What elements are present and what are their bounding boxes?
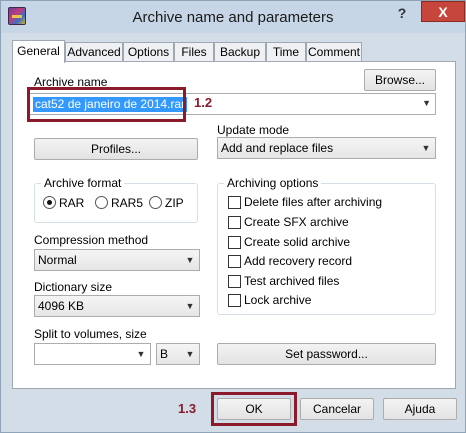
compression-method-label: Compression method: [34, 233, 149, 247]
annotation-box-name: [27, 87, 186, 122]
split-volumes-label: Split to volumes, size: [34, 327, 147, 341]
tab-advanced[interactable]: Advanced: [65, 42, 123, 62]
create-sfx-checkbox[interactable]: [228, 216, 241, 229]
tab-general[interactable]: General: [12, 40, 65, 63]
tab-options[interactable]: Options: [123, 42, 174, 62]
format-zip-radio[interactable]: [149, 196, 162, 209]
format-rar-label: RAR: [59, 196, 85, 210]
help-title-button[interactable]: ?: [388, 3, 416, 23]
update-mode-value: Add and replace files: [221, 141, 334, 155]
chevron-down-icon[interactable]: ▼: [422, 98, 431, 108]
format-zip-label: ZIP: [165, 196, 184, 210]
dialog-window: Archive name and parameters ? X General …: [0, 0, 466, 433]
tab-backup[interactable]: Backup: [214, 42, 266, 62]
create-sfx-label: Create SFX archive: [244, 215, 349, 229]
annotation-label-1-3: 1.3: [178, 401, 197, 416]
compression-method-value: Normal: [38, 253, 77, 267]
tab-time[interactable]: Time: [266, 42, 306, 62]
delete-files-checkbox[interactable]: [228, 196, 241, 209]
delete-files-label: Delete files after archiving: [244, 195, 383, 209]
format-rar-radio[interactable]: [43, 196, 56, 209]
chevron-down-icon: ▼: [185, 349, 195, 359]
test-archived-label: Test archived files: [244, 274, 340, 288]
chevron-down-icon[interactable]: ▼: [136, 348, 146, 360]
title-bar: Archive name and parameters ? X: [1, 1, 465, 33]
tab-comment[interactable]: Comment: [306, 42, 362, 62]
update-mode-select[interactable]: Add and replace files ▼: [217, 137, 436, 159]
create-solid-checkbox[interactable]: [228, 236, 241, 249]
recovery-record-label: Add recovery record: [244, 254, 353, 268]
create-solid-label: Create solid archive: [244, 235, 351, 249]
lock-archive-label: Lock archive: [244, 293, 312, 307]
tab-files[interactable]: Files: [174, 42, 214, 62]
archiving-options-title: Archiving options: [224, 176, 322, 190]
chevron-down-icon: ▼: [185, 255, 195, 265]
split-unit-select[interactable]: B ▼: [156, 343, 200, 365]
help-button[interactable]: Ajuda: [383, 398, 457, 420]
dictionary-size-label: Dictionary size: [34, 280, 113, 294]
set-password-button[interactable]: Set password...: [217, 343, 436, 365]
browse-button[interactable]: Browse...: [364, 69, 436, 91]
profiles-button[interactable]: Profiles...: [34, 138, 198, 160]
dictionary-size-value: 4096 KB: [38, 299, 85, 313]
compression-method-select[interactable]: Normal ▼: [34, 249, 200, 271]
recovery-record-checkbox[interactable]: [228, 255, 241, 268]
test-archived-checkbox[interactable]: [228, 275, 241, 288]
split-volumes-input[interactable]: ▼: [34, 343, 151, 365]
format-rar5-radio[interactable]: [95, 196, 108, 209]
chevron-down-icon: ▼: [185, 301, 195, 311]
lock-archive-checkbox[interactable]: [228, 294, 241, 307]
archive-format-title: Archive format: [41, 176, 125, 190]
chevron-down-icon: ▼: [421, 143, 431, 153]
annotation-box-ok: [211, 392, 297, 426]
close-button[interactable]: X: [421, 1, 465, 22]
update-mode-label: Update mode: [217, 123, 290, 137]
format-rar5-label: RAR5: [111, 196, 144, 210]
annotation-label-1-2: 1.2: [194, 95, 213, 110]
cancel-button[interactable]: Cancelar: [300, 398, 374, 420]
dictionary-size-select[interactable]: 4096 KB ▼: [34, 295, 200, 317]
split-unit-value: B: [160, 347, 169, 361]
